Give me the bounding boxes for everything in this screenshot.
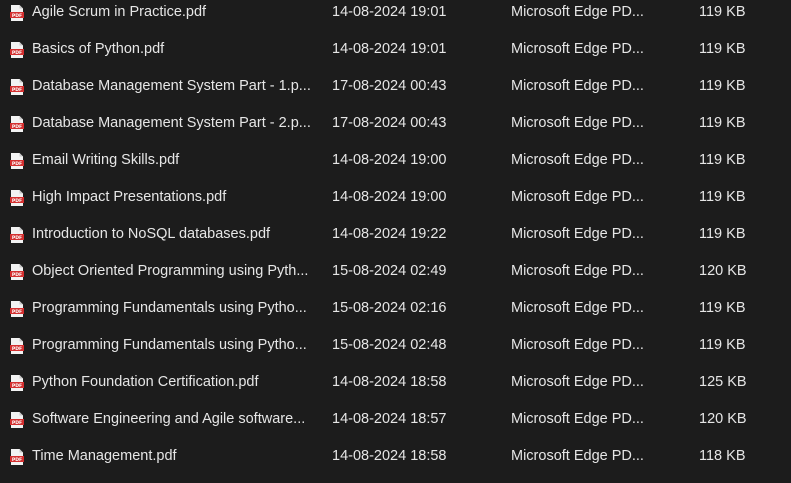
- file-name: Introduction to NoSQL databases.pdf: [32, 226, 271, 242]
- file-date-modified: 17-08-2024 00:43: [332, 78, 447, 94]
- file-date-modified: 14-08-2024 19:00: [332, 152, 447, 168]
- pdf-file-icon: PDF: [10, 338, 24, 354]
- file-type: Microsoft Edge PD...: [511, 41, 644, 57]
- file-size: 119 KB: [699, 78, 746, 94]
- file-name: Basics of Python.pdf: [32, 41, 165, 57]
- file-size: 119 KB: [699, 41, 746, 57]
- file-size: 119 KB: [699, 115, 746, 131]
- file-date-modified: 14-08-2024 18:58: [332, 448, 447, 464]
- file-date-modified: 14-08-2024 19:00: [332, 189, 447, 205]
- file-type: Microsoft Edge PD...: [511, 374, 644, 390]
- pdf-icon-label: PDF: [12, 346, 22, 352]
- pdf-file-icon: PDF: [10, 190, 24, 206]
- pdf-file-icon: PDF: [10, 42, 24, 58]
- file-name: Programming Fundamentals using Pytho...: [32, 337, 307, 353]
- file-name: High Impact Presentations.pdf: [32, 189, 227, 205]
- file-name: Programming Fundamentals using Pytho...: [32, 300, 307, 316]
- file-size: 118 KB: [699, 448, 746, 464]
- pdf-file-icon: PDF: [10, 264, 24, 280]
- file-type: Microsoft Edge PD...: [511, 263, 644, 279]
- pdf-file-icon: PDF: [10, 79, 24, 95]
- pdf-icon-label: PDF: [12, 124, 22, 130]
- pdf-file-icon: PDF: [10, 116, 24, 132]
- file-size: 119 KB: [699, 337, 746, 353]
- pdf-file-icon: PDF: [10, 153, 24, 169]
- pdf-icon-label: PDF: [12, 161, 22, 167]
- file-type: Microsoft Edge PD...: [511, 189, 644, 205]
- file-type: Microsoft Edge PD...: [511, 78, 644, 94]
- pdf-file-icon: PDF: [10, 5, 24, 21]
- file-size: 120 KB: [699, 411, 747, 427]
- pdf-icon-label: PDF: [12, 383, 22, 389]
- pdf-file-icon: PDF: [10, 301, 24, 317]
- pdf-icon-label: PDF: [12, 420, 22, 426]
- file-name: Database Management System Part - 1.p...: [32, 78, 311, 94]
- file-type: Microsoft Edge PD...: [511, 226, 644, 242]
- file-size: 119 KB: [699, 226, 746, 242]
- file-type: Microsoft Edge PD...: [511, 411, 644, 427]
- file-row[interactable]: PDF Programming Fundamentals using Pytho.…: [0, 327, 791, 364]
- file-type: Microsoft Edge PD...: [511, 448, 644, 464]
- file-name: Software Engineering and Agile software.…: [32, 411, 306, 427]
- pdf-icon-label: PDF: [12, 50, 22, 56]
- pdf-icon-label: PDF: [12, 235, 22, 241]
- pdf-icon-label: PDF: [12, 87, 22, 93]
- file-date-modified: 14-08-2024 19:01: [332, 41, 447, 57]
- pdf-icon-label: PDF: [12, 457, 22, 463]
- file-row[interactable]: PDF Object Oriented Programming using Pyt…: [0, 253, 791, 290]
- file-date-modified: 14-08-2024 19:01: [332, 4, 447, 20]
- file-row[interactable]: PDF Agile Scrum in Practice.pdf 14-08-2024…: [0, 0, 791, 31]
- pdf-icon-label: PDF: [12, 272, 22, 278]
- file-type: Microsoft Edge PD...: [511, 4, 644, 20]
- file-date-modified: 15-08-2024 02:49: [332, 263, 447, 279]
- file-type: Microsoft Edge PD...: [511, 300, 644, 316]
- file-row[interactable]: PDF Programming Fundamentals using Pytho.…: [0, 290, 791, 327]
- file-name: Database Management System Part - 2.p...: [32, 115, 311, 131]
- pdf-file-icon: PDF: [10, 375, 24, 391]
- file-size: 119 KB: [699, 4, 746, 20]
- file-type: Microsoft Edge PD...: [511, 152, 644, 168]
- file-row[interactable]: PDF Database Management System Part - 1.p…: [0, 68, 791, 105]
- pdf-file-icon: PDF: [10, 449, 24, 465]
- pdf-icon-label: PDF: [12, 309, 22, 315]
- file-date-modified: 17-08-2024 00:43: [332, 115, 447, 131]
- file-type: Microsoft Edge PD...: [511, 115, 644, 131]
- file-row[interactable]: PDF Time Management.pdf 14-08-2024 18:58 Mi…: [0, 438, 791, 475]
- pdf-icon-label: PDF: [12, 13, 22, 19]
- file-list: PDF Agile Scrum in Practice.pdf 14-08-2024…: [0, 0, 791, 475]
- pdf-icon-label: PDF: [12, 198, 22, 204]
- file-date-modified: 15-08-2024 02:48: [332, 337, 447, 353]
- file-name: Email Writing Skills.pdf: [32, 152, 180, 168]
- file-name: Time Management.pdf: [32, 448, 177, 464]
- file-row[interactable]: PDF Software Engineering and Agile softwa…: [0, 401, 791, 438]
- file-size: 125 KB: [699, 374, 747, 390]
- file-date-modified: 14-08-2024 18:57: [332, 411, 447, 427]
- file-size: 119 KB: [699, 300, 746, 316]
- file-size: 119 KB: [699, 189, 746, 205]
- file-row[interactable]: PDF Database Management System Part - 2.p…: [0, 105, 791, 142]
- pdf-file-icon: PDF: [10, 412, 24, 428]
- file-size: 120 KB: [699, 263, 747, 279]
- file-name: Agile Scrum in Practice.pdf: [32, 4, 207, 20]
- file-date-modified: 14-08-2024 19:22: [332, 226, 447, 242]
- file-name: Object Oriented Programming using Pyth..…: [32, 263, 309, 279]
- file-size: 119 KB: [699, 152, 746, 168]
- pdf-file-icon: PDF: [10, 227, 24, 243]
- file-row[interactable]: PDF High Impact Presentations.pdf 14-08-20…: [0, 179, 791, 216]
- file-type: Microsoft Edge PD...: [511, 337, 644, 353]
- file-row[interactable]: PDF Introduction to NoSQL databases.pdf 14…: [0, 216, 791, 253]
- file-name: Python Foundation Certification.pdf: [32, 374, 259, 390]
- file-row[interactable]: PDF Python Foundation Certification.pdf 14…: [0, 364, 791, 401]
- file-date-modified: 15-08-2024 02:16: [332, 300, 447, 316]
- file-row[interactable]: PDF Basics of Python.pdf 14-08-2024 19:01 M…: [0, 31, 791, 68]
- file-date-modified: 14-08-2024 18:58: [332, 374, 447, 390]
- file-row[interactable]: PDF Email Writing Skills.pdf 14-08-2024 19…: [0, 142, 791, 179]
